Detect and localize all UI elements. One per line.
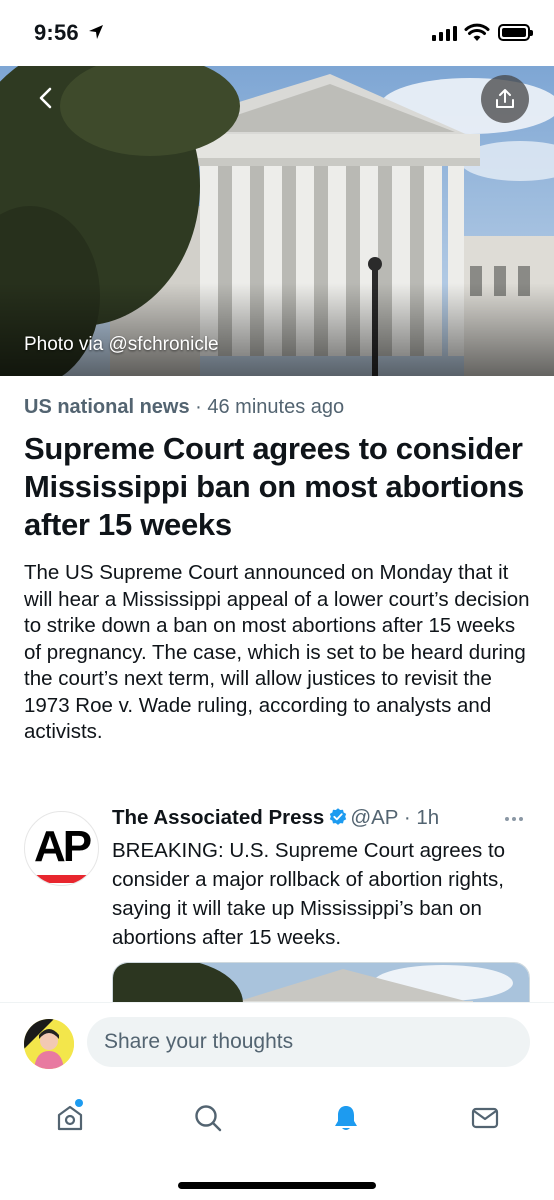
article-headline: Supreme Court agrees to consider Mississ…	[24, 431, 524, 542]
tab-bar	[0, 1078, 554, 1200]
article-meta: US national news · 46 minutes ago	[24, 396, 344, 419]
supreme-court-photo	[0, 66, 554, 376]
signal-icon	[432, 26, 457, 41]
article-category[interactable]: US national news	[24, 396, 190, 418]
bell-icon	[335, 1106, 357, 1130]
article-body: The US Supreme Court announced on Monday…	[24, 561, 530, 743]
tweet-author-avatar[interactable]: AP	[24, 811, 99, 886]
share-button[interactable]	[481, 75, 529, 123]
reply-composer	[0, 1002, 554, 1078]
home-icon	[57, 1105, 83, 1131]
search-icon	[195, 1105, 222, 1132]
verified-badge-icon	[330, 808, 347, 825]
tweet-handle[interactable]: @AP	[350, 806, 398, 829]
home-indicator[interactable]	[178, 1182, 376, 1189]
photo-credit: Photo via @sfchronicle	[24, 334, 219, 355]
back-button[interactable]	[22, 74, 70, 122]
tab-search[interactable]	[186, 1096, 230, 1140]
tweet-author-name[interactable]: The Associated Press	[112, 806, 324, 829]
tweet-text[interactable]: BREAKING: U.S. Supreme Court agrees to c…	[112, 836, 532, 952]
tab-messages[interactable]	[463, 1096, 507, 1140]
user-avatar-image	[24, 1019, 74, 1069]
home-notification-dot	[75, 1099, 83, 1107]
battery-icon	[498, 24, 533, 41]
status-bar: 9:56	[0, 0, 554, 66]
article-time: 46 minutes ago	[207, 396, 345, 418]
ap-logo-bar	[35, 875, 90, 883]
location-arrow-icon	[89, 25, 103, 39]
tab-notifications[interactable]	[324, 1096, 368, 1140]
wifi-icon	[464, 23, 490, 41]
share-icon	[496, 89, 514, 108]
mail-icon	[471, 1107, 499, 1129]
more-dot	[505, 817, 509, 821]
tab-home[interactable]	[48, 1096, 92, 1140]
more-dot	[519, 817, 523, 821]
share-thoughts-input[interactable]	[87, 1017, 530, 1067]
user-avatar[interactable]	[24, 1019, 74, 1069]
ap-logo-text: AP	[33, 822, 92, 871]
hero-image: Photo via @sfchronicle	[0, 66, 554, 376]
tweet-header: The Associated Press @AP · 1h	[112, 806, 439, 830]
status-time: 9:56	[34, 20, 79, 45]
more-dot	[512, 817, 516, 821]
meta-separator: ·	[189, 396, 208, 418]
tweet-more-button[interactable]	[505, 817, 523, 821]
tweet-time: · 1h	[403, 806, 440, 829]
back-icon	[39, 87, 52, 109]
